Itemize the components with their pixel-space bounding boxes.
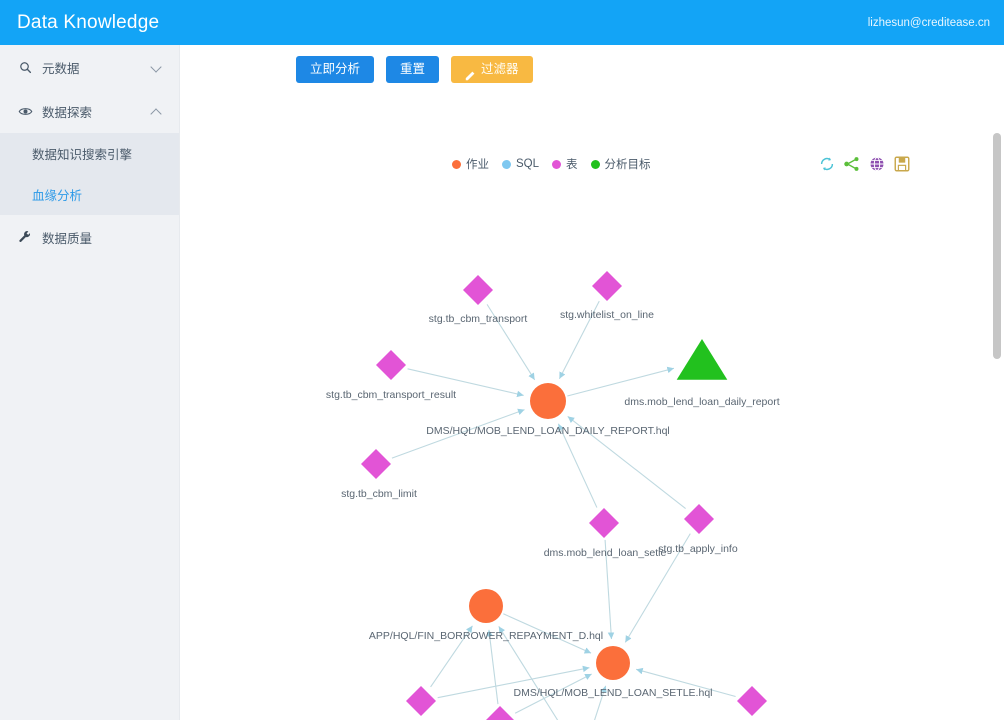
graph-node-job[interactable] — [469, 589, 503, 623]
graph-edge — [567, 366, 675, 397]
sidebar-group-metadata-label: 元数据 — [42, 61, 80, 76]
graph-node-table[interactable] — [361, 449, 391, 479]
graph-node-label: DMS/HQL/MOB_LEND_LOAN_SETLE.hql — [513, 687, 713, 699]
graph-node-table[interactable] — [406, 686, 436, 716]
sidebar-item-search-engine[interactable]: 数据知识搜索引擎 — [0, 133, 179, 174]
graph-node-table[interactable] — [737, 686, 767, 716]
main-content: 立即分析 重置 过滤器 作业 SQL 表 分析目标 stg.tb_cbm_tra… — [180, 45, 1004, 720]
sidebar-item-search-engine-label: 数据知识搜索引擎 — [32, 148, 133, 162]
graph-node-label: dms.mob_lend_loan_setle — [543, 547, 667, 559]
graph-node-label: stg.tb_cbm_limit — [341, 488, 417, 500]
graph-node-label: stg.whitelist_on_line — [560, 309, 654, 321]
top-bar: Data Knowledge lizhesun@creditease.cn — [0, 0, 1004, 45]
sidebar-submenu: 数据知识搜索引擎 血缘分析 — [0, 133, 179, 215]
app-brand-title: Data Knowledge — [17, 11, 160, 33]
wrench-icon — [16, 228, 34, 246]
graph-node-table[interactable] — [463, 275, 493, 305]
graph-node-table[interactable] — [589, 508, 619, 538]
graph-node-table[interactable] — [592, 271, 622, 301]
graph-node-job[interactable] — [596, 646, 630, 680]
graph-node-label: stg.tb_apply_info — [658, 543, 738, 555]
lineage-graph-svg[interactable] — [180, 45, 1004, 720]
vertical-scrollbar-thumb[interactable] — [993, 133, 1001, 359]
sidebar: 元数据 数据探索 数据知识搜索引擎 血缘分析 数据质量 — [0, 45, 180, 720]
graph-edge-layer — [391, 300, 736, 720]
graph-node-table[interactable] — [684, 504, 714, 534]
graph-node-label: dms.mob_lend_loan_daily_report — [624, 396, 780, 408]
sidebar-group-exploration-label: 数据探索 — [42, 105, 93, 120]
graph-node-table[interactable] — [485, 706, 515, 720]
vertical-scrollbar[interactable] — [990, 45, 1004, 720]
user-account-label[interactable]: lizhesun@creditease.cn — [868, 17, 1004, 29]
graph-node-label: stg.tb_cbm_transport_result — [325, 389, 457, 401]
sidebar-item-lineage-analysis-label: 血缘分析 — [32, 189, 83, 203]
sidebar-group-metadata[interactable]: 元数据 — [0, 45, 179, 89]
graph-node-layer[interactable] — [361, 271, 767, 720]
graph-node-table[interactable] — [376, 350, 406, 380]
eye-icon — [16, 102, 34, 120]
sidebar-item-lineage-analysis[interactable]: 血缘分析 — [0, 174, 179, 215]
graph-node-target[interactable] — [676, 339, 728, 380]
graph-node-label: DMS/HQL/MOB_LEND_LOAN_DAILY_REPORT.hql — [426, 425, 670, 437]
chevron-down-icon[interactable] — [151, 61, 163, 73]
sidebar-group-data-quality[interactable]: 数据质量 — [0, 215, 179, 259]
graph-node-job[interactable] — [530, 383, 566, 419]
search-icon — [16, 58, 34, 76]
app-root: Data Knowledge lizhesun@creditease.cn 元数… — [0, 0, 1004, 720]
sidebar-group-exploration[interactable]: 数据探索 — [0, 89, 179, 133]
graph-node-label: stg.tb_cbm_transport — [428, 313, 528, 325]
graph-node-label: APP/HQL/FIN_BORROWER_REPAYMENT_D.hql — [368, 630, 604, 642]
chevron-up-icon[interactable] — [151, 105, 163, 117]
lineage-graph[interactable]: stg.tb_cbm_transport stg.whitelist_on_lin… — [180, 45, 1004, 720]
sidebar-group-data-quality-label: 数据质量 — [42, 231, 93, 246]
